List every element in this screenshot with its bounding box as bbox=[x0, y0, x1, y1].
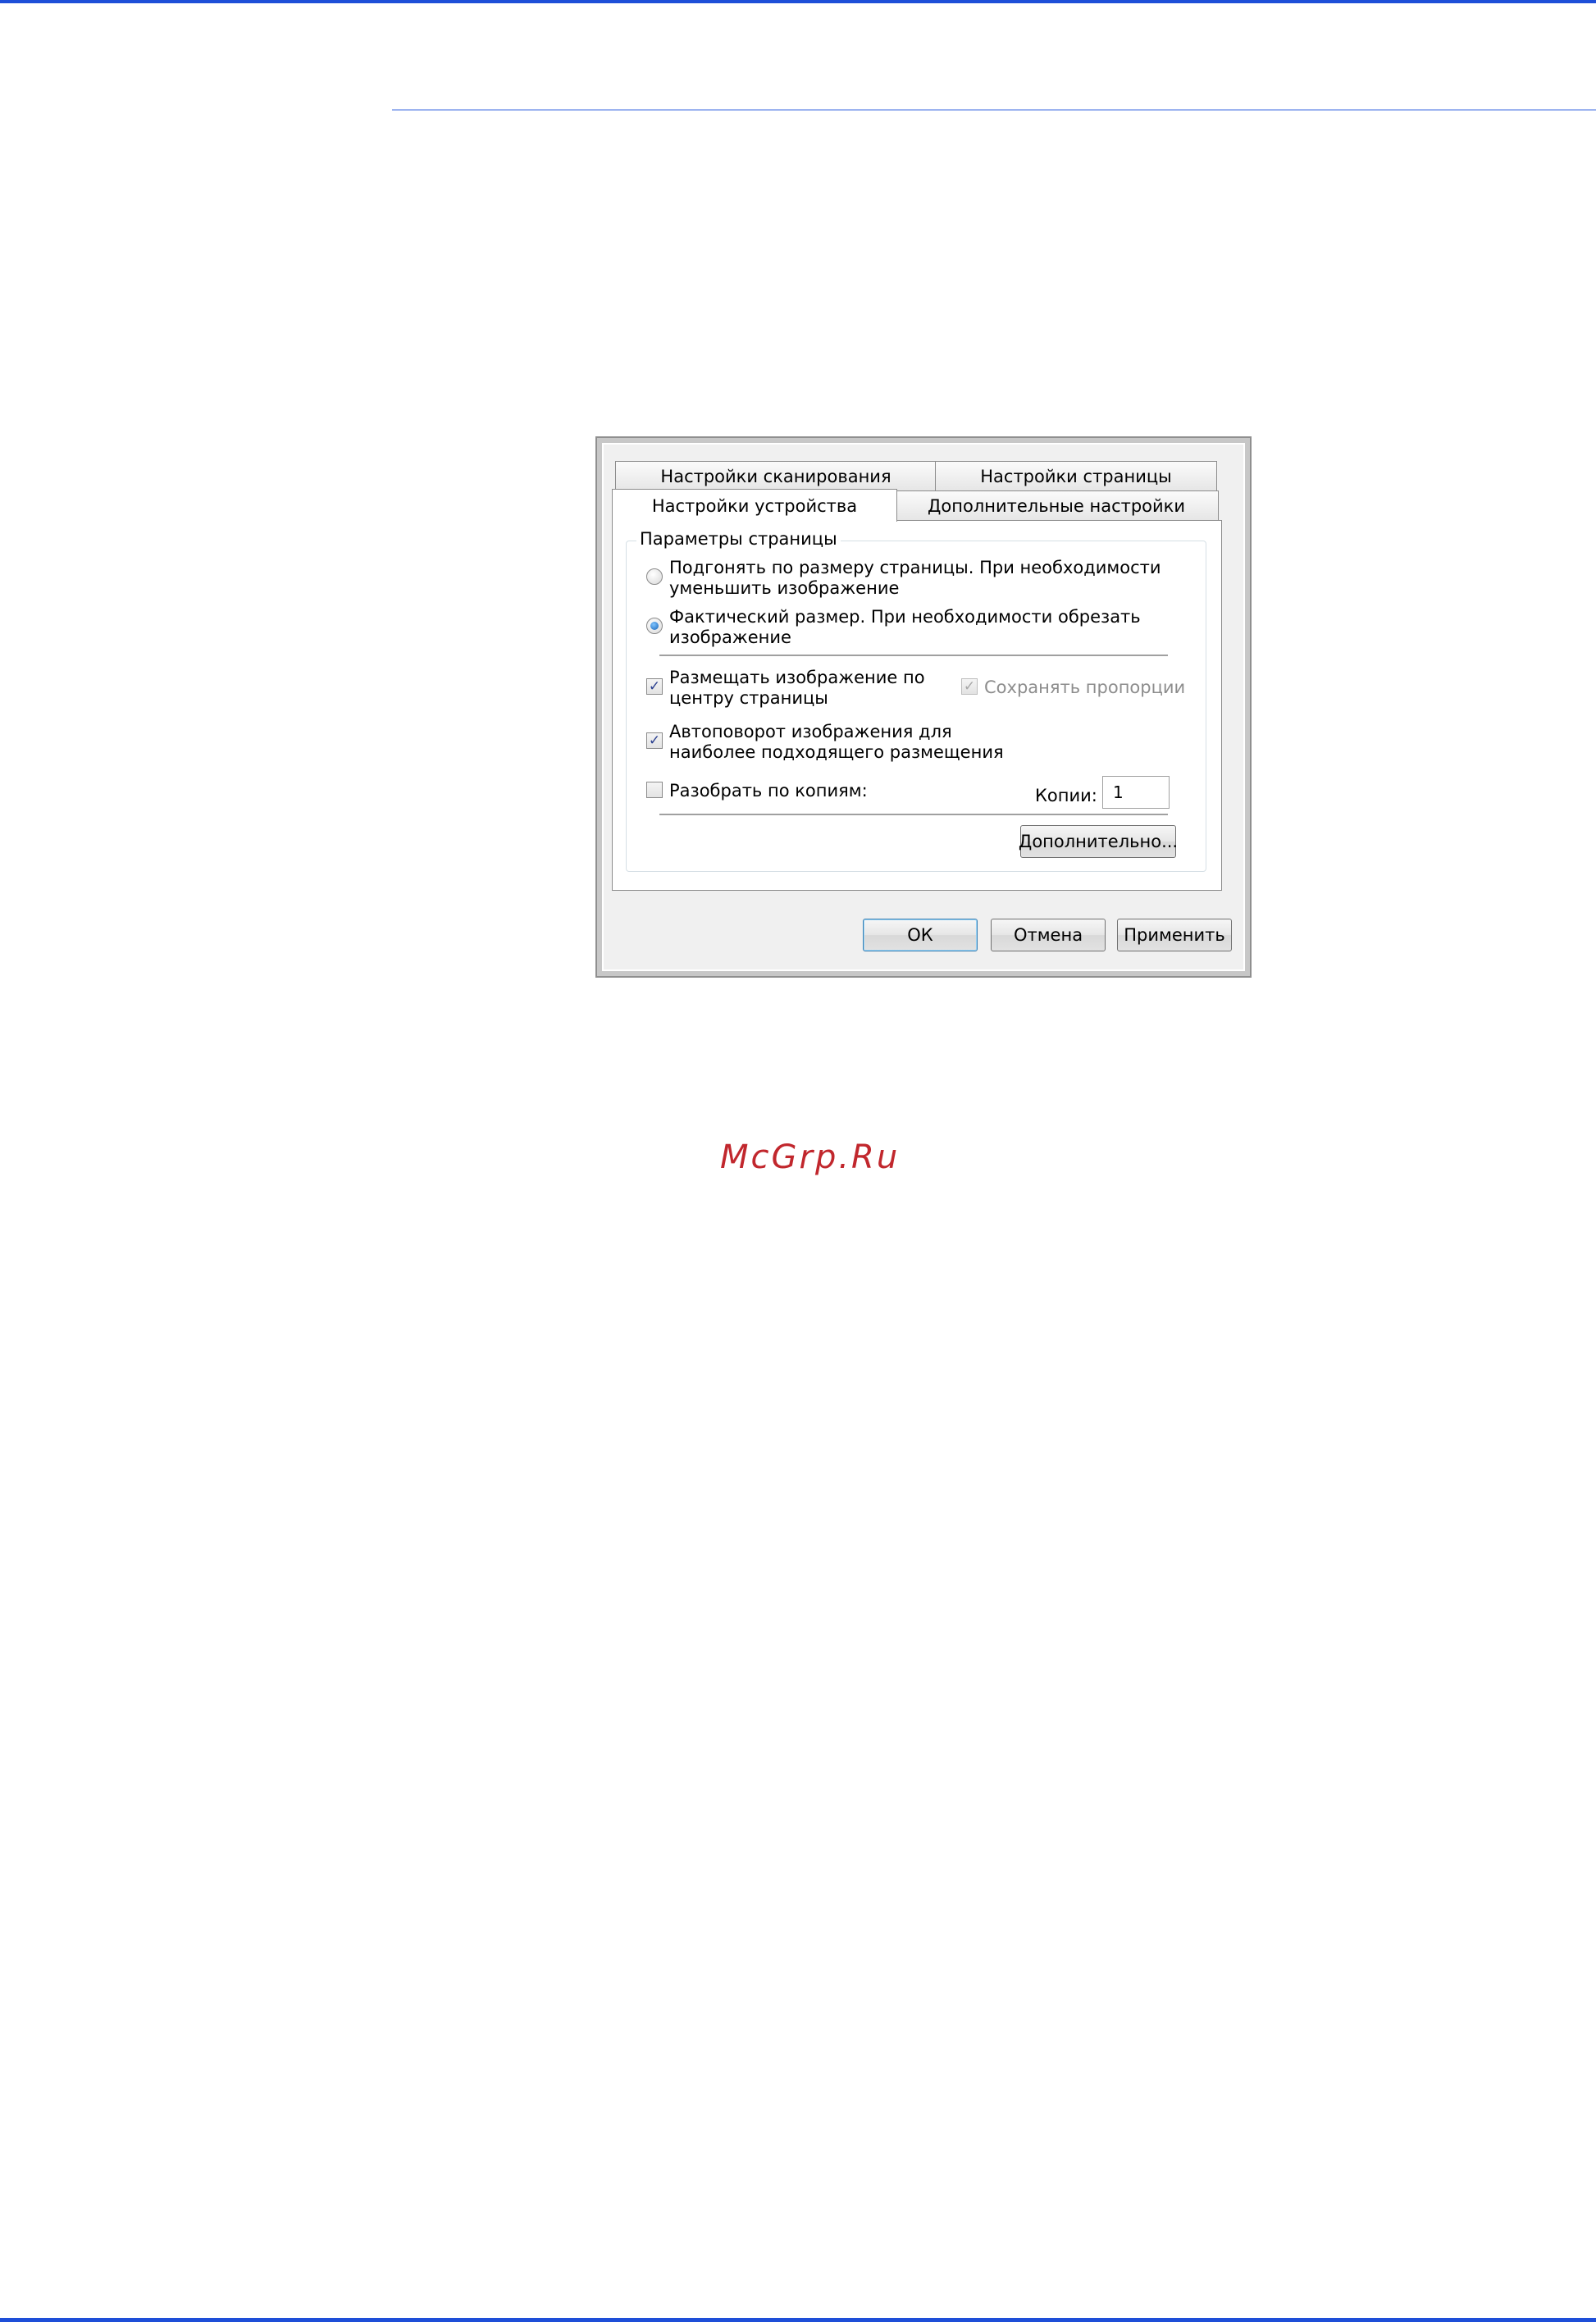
fit-to-page-radio[interactable] bbox=[646, 568, 663, 585]
fit-to-page-label: Подгонять по размеру страницы. При необх… bbox=[669, 558, 1161, 598]
keep-proportions-label: Сохранять пропорции bbox=[984, 677, 1186, 697]
separator bbox=[659, 655, 1168, 657]
group-title: Параметры страницы bbox=[636, 529, 841, 549]
center-image-checkbox[interactable]: ✓ bbox=[646, 678, 663, 695]
auto-rotate-label: Автоповорот изображения для наиболее под… bbox=[669, 722, 1004, 762]
ok-button[interactable]: ОК bbox=[863, 919, 978, 951]
separator bbox=[659, 814, 1168, 816]
copies-label: Копии: bbox=[1035, 786, 1097, 805]
tab-scan-settings[interactable]: Настройки сканирования bbox=[615, 461, 937, 490]
actual-size-label: Фактический размер. При необходимости об… bbox=[669, 607, 1141, 647]
tab-device-settings[interactable]: Настройки устройства bbox=[612, 489, 897, 522]
keep-proportions-option[interactable]: ✓ Сохранять пропорции bbox=[958, 677, 1185, 698]
page-params-group: Параметры страницы Подгонять по размеру … bbox=[626, 529, 1206, 872]
collate-label: Разобрать по копиям: bbox=[669, 781, 868, 801]
more-options-button[interactable]: Дополнительно... bbox=[1019, 825, 1178, 858]
print-settings-dialog: Настройки сканирования Настройки страниц… bbox=[595, 436, 1252, 978]
actual-size-option[interactable]: Фактический размер. При необходимости об… bbox=[643, 607, 1141, 648]
top-rule bbox=[0, 0, 1596, 3]
auto-rotate-checkbox[interactable]: ✓ bbox=[646, 732, 663, 749]
center-image-option[interactable]: ✓ Размещать изображение по центру страни… bbox=[643, 668, 925, 709]
copies-input[interactable] bbox=[1102, 776, 1170, 809]
cancel-button[interactable]: Отмена bbox=[991, 919, 1106, 951]
apply-button[interactable]: Применить bbox=[1117, 919, 1232, 951]
center-image-label: Размещать изображение по центру страницы bbox=[669, 668, 925, 708]
auto-rotate-option[interactable]: ✓ Автоповорот изображения для наиболее п… bbox=[643, 722, 1004, 763]
watermark: McGrp.Ru bbox=[720, 1138, 901, 1176]
actual-size-radio[interactable] bbox=[646, 618, 663, 634]
fit-to-page-option[interactable]: Подгонять по размеру страницы. При необх… bbox=[643, 558, 1161, 599]
keep-proportions-checkbox[interactable]: ✓ bbox=[961, 678, 978, 695]
collate-checkbox[interactable] bbox=[646, 782, 663, 798]
tab-advanced-settings[interactable]: Дополнительные настройки bbox=[894, 490, 1219, 520]
header-rule bbox=[392, 109, 1596, 111]
tab-panel: Параметры страницы Подгонять по размеру … bbox=[612, 520, 1222, 891]
tab-page-settings[interactable]: Настройки страницы bbox=[935, 461, 1217, 490]
collate-option[interactable]: Разобрать по копиям: bbox=[643, 781, 868, 801]
bottom-rule bbox=[0, 2318, 1596, 2322]
